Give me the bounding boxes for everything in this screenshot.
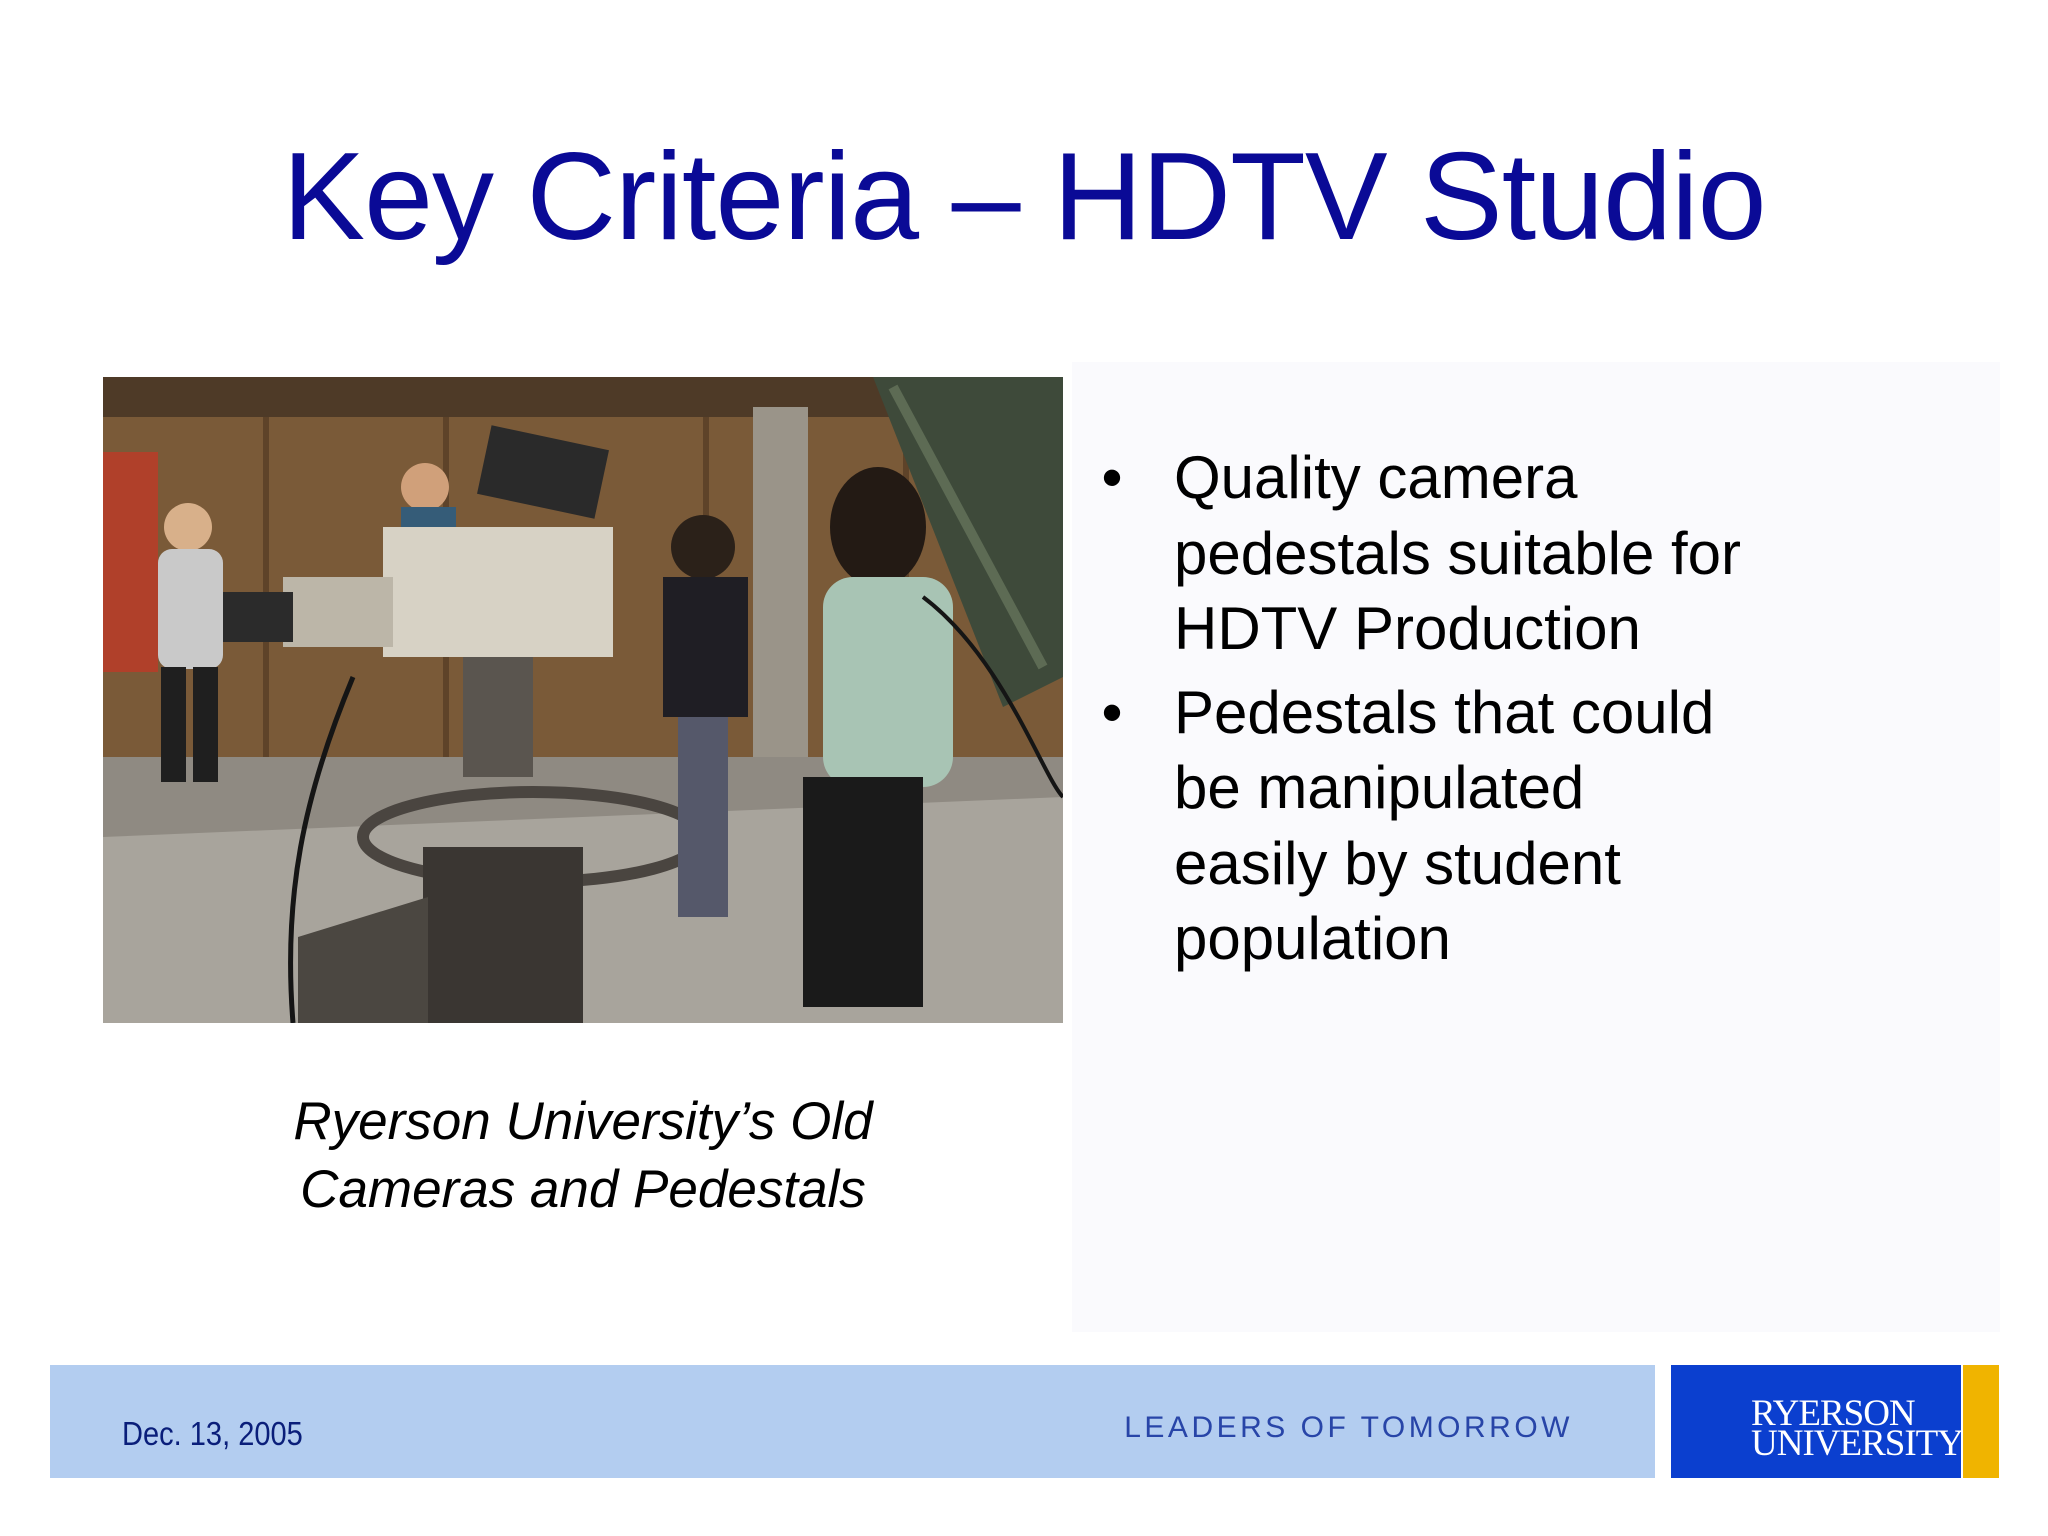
photo-caption: Ryerson University’s Old Cameras and Ped…	[103, 1088, 1063, 1224]
ryerson-logo: RYERSON UNIVERSITY	[1671, 1365, 1964, 1478]
bullet-line: be manipulated	[1174, 754, 1585, 821]
bullet-marker: •	[1101, 444, 1123, 511]
footer-band: Dec. 13, 2005 LEADERS OF TOMORROW	[50, 1365, 1655, 1478]
bullet-line: population	[1174, 905, 1451, 972]
bullet-line: easily by student	[1174, 829, 1621, 897]
bullet-line: pedestals suitable for	[1174, 519, 1742, 587]
logo-line: UNIVERSITY	[1751, 1423, 1964, 1464]
studio-photo-illustration	[103, 377, 1063, 1023]
slide: Key Criteria – HDTV Studio Ryerson Unive…	[0, 0, 2048, 1536]
slide-title: Key Criteria – HDTV Studio	[282, 128, 1766, 266]
studio-photo	[103, 377, 1063, 1023]
bullet-line: HDTV Production	[1174, 595, 1641, 662]
logo-accent-bar	[1963, 1365, 1999, 1478]
bullet-line: Pedestals that could	[1174, 678, 1715, 746]
bullet-item: • Quality camera pedestals suitable for …	[1092, 440, 1912, 667]
caption-line: Ryerson University’s Old	[293, 1092, 873, 1151]
logo-wordmark: RYERSON UNIVERSITY	[1751, 1395, 1964, 1464]
caption-line: Cameras and Pedestals	[300, 1160, 866, 1219]
bullet-line: Quality camera	[1174, 444, 1578, 511]
footer-tagline: LEADERS OF TOMORROW	[1124, 1411, 1573, 1444]
footer-date: Dec. 13, 2005	[122, 1415, 303, 1452]
bullet-item: • Pedestals that could be manipulated ea…	[1092, 675, 1912, 977]
bullet-list: • Quality camera pedestals suitable for …	[1092, 440, 1912, 985]
bullet-marker: •	[1101, 678, 1123, 746]
